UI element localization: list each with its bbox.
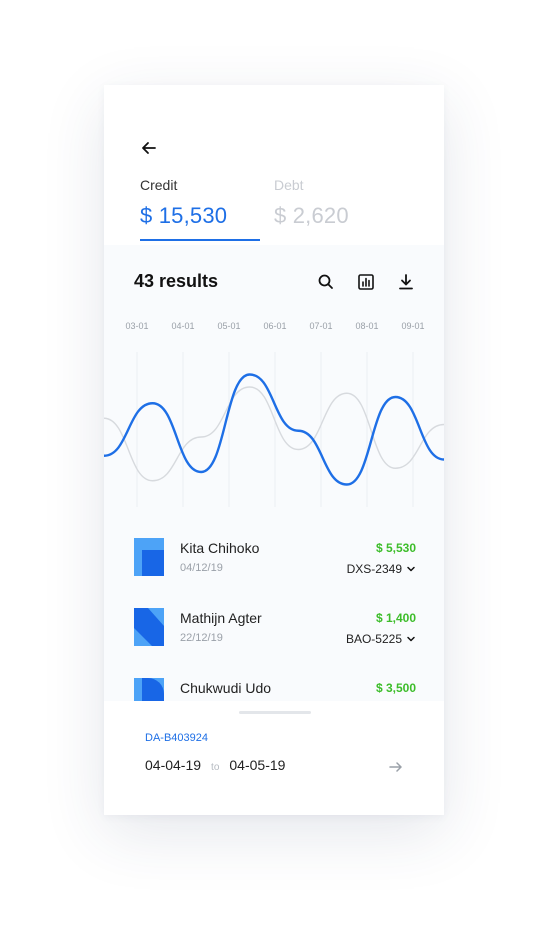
arrow-right-icon: [389, 762, 402, 772]
transaction-code-label: DXS-2349: [346, 562, 402, 576]
chevron-down-icon: [407, 636, 415, 642]
transaction-amount: $ 1,400: [375, 611, 416, 625]
next-button[interactable]: [387, 758, 405, 776]
company-logo-icon: [134, 538, 164, 576]
sheet-drag-handle[interactable]: [239, 711, 311, 714]
date-range-sheet: DA-B403924 04-04-19 to 04-05-19: [104, 701, 444, 815]
debt-amount: $ 2,620: [274, 203, 349, 228]
transaction-name: Kita Chihoko: [180, 540, 260, 556]
company-logo-icon: [134, 608, 164, 646]
chart-x-tick: 07-01: [309, 321, 332, 331]
search-button[interactable]: [315, 271, 337, 293]
chart-view-button[interactable]: [355, 271, 377, 293]
date-range: 04-04-19 to 04-05-19: [145, 757, 285, 773]
transaction-name: Chukwudi Udo: [180, 680, 272, 696]
results-count: 43 results: [134, 271, 219, 291]
arrow-left-icon: [142, 142, 156, 154]
chart-x-tick: 09-01: [401, 321, 424, 331]
transaction-amount: $ 3,500: [375, 681, 416, 695]
transaction-date: 22/12/19: [180, 632, 223, 644]
chart-x-tick: 04-01: [171, 321, 194, 331]
credit-line-chart: 03-01 04-01 05-01 06-01 07-01 08-01 09-01: [104, 321, 444, 507]
tab-debt-label: Debt: [274, 177, 304, 193]
account-card: Credit $ 15,530 Debt $ 2,620 43 results …: [104, 85, 444, 815]
credit-amount: $ 15,530: [140, 203, 228, 228]
transaction-code-label: BAO-5225: [345, 632, 402, 646]
to-word: to: [211, 762, 220, 773]
back-button[interactable]: [138, 137, 160, 159]
chevron-down-icon: [407, 566, 415, 572]
chart-x-tick: 08-01: [355, 321, 378, 331]
active-tab-indicator: [140, 239, 260, 241]
download-button[interactable]: [395, 271, 417, 293]
reference-code: DA-B403924: [145, 732, 208, 744]
transaction-name: Mathijn Agter: [180, 610, 262, 626]
chart-x-tick: 05-01: [217, 321, 240, 331]
tab-credit[interactable]: Credit $ 15,530: [140, 177, 260, 229]
from-date[interactable]: 04-04-19: [145, 757, 201, 773]
to-date[interactable]: 04-05-19: [229, 757, 285, 773]
tab-credit-label: Credit: [140, 177, 178, 193]
transaction-row[interactable]: Kita Chihoko 04/12/19 $ 5,530 DXS-2349: [134, 538, 416, 582]
transaction-date: 04/12/19: [180, 562, 223, 574]
search-icon: [318, 274, 333, 289]
tab-debt[interactable]: Debt $ 2,620: [274, 177, 394, 229]
transaction-amount: $ 5,530: [375, 541, 416, 555]
chart-x-tick: 06-01: [263, 321, 286, 331]
transaction-code[interactable]: BAO-5225: [346, 632, 416, 646]
download-icon: [399, 274, 413, 290]
transaction-row[interactable]: Mathijn Agter 22/12/19 $ 1,400 BAO-5225: [134, 608, 416, 652]
chart-x-tick: 03-01: [125, 321, 148, 331]
bar-chart-icon: [358, 274, 374, 290]
transaction-code[interactable]: DXS-2349: [347, 562, 416, 576]
